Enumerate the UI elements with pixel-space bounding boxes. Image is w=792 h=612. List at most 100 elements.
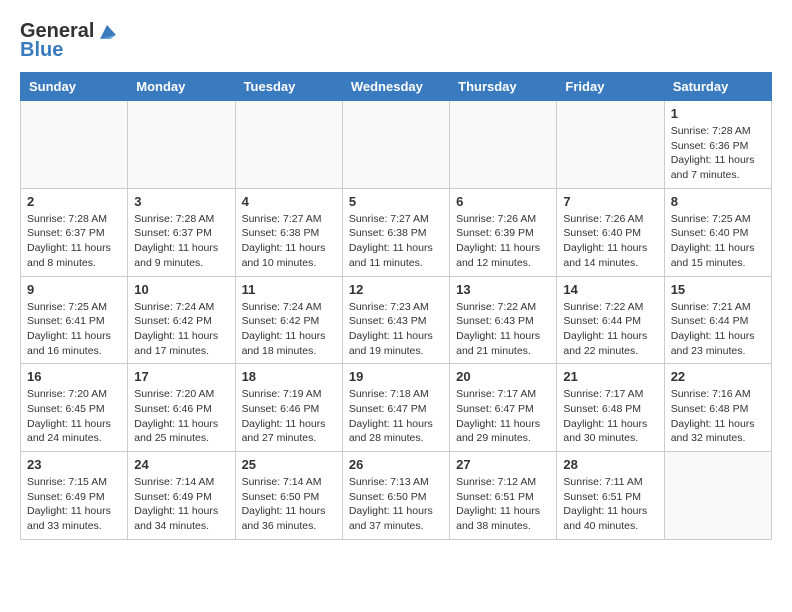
- day-number: 9: [27, 282, 121, 297]
- calendar-cell: 11 Sunrise: 7:24 AMSunset: 6:42 PMDayligh…: [235, 276, 342, 364]
- day-info: Sunrise: 7:17 AMSunset: 6:48 PMDaylight:…: [563, 387, 657, 446]
- calendar-cell: 17 Sunrise: 7:20 AMSunset: 6:46 PMDayligh…: [128, 364, 235, 452]
- day-number: 14: [563, 282, 657, 297]
- calendar-day-header: Saturday: [664, 73, 771, 101]
- calendar-cell: [342, 101, 449, 189]
- day-number: 4: [242, 194, 336, 209]
- calendar-cell: 28 Sunrise: 7:11 AMSunset: 6:51 PMDayligh…: [557, 452, 664, 540]
- calendar-cell: [21, 101, 128, 189]
- calendar-cell: 12Sunrise: 7:23 AMSunset: 6:43 PMDayligh…: [342, 276, 449, 364]
- day-info: Sunrise: 7:27 AMSunset: 6:38 PMDaylight:…: [242, 212, 336, 271]
- day-info: Sunrise: 7:16 AMSunset: 6:48 PMDaylight:…: [671, 387, 765, 446]
- day-info: Sunrise: 7:26 AMSunset: 6:40 PMDaylight:…: [563, 212, 657, 271]
- calendar-cell: 21 Sunrise: 7:17 AMSunset: 6:48 PMDayligh…: [557, 364, 664, 452]
- day-number: 5: [349, 194, 443, 209]
- calendar-day-header: Tuesday: [235, 73, 342, 101]
- calendar-cell: 6 Sunrise: 7:26 AMSunset: 6:39 PMDaylight…: [450, 188, 557, 276]
- day-number: 7: [563, 194, 657, 209]
- day-info: Sunrise: 7:17 AMSunset: 6:47 PMDaylight:…: [456, 387, 550, 446]
- day-number: 19: [349, 369, 443, 384]
- calendar-cell: 10Sunrise: 7:24 AMSunset: 6:42 PMDayligh…: [128, 276, 235, 364]
- calendar-day-header: Wednesday: [342, 73, 449, 101]
- day-number: 22: [671, 369, 765, 384]
- day-number: 26: [349, 457, 443, 472]
- calendar-day-header: Thursday: [450, 73, 557, 101]
- calendar-header-row: SundayMondayTuesdayWednesdayThursdayFrid…: [21, 73, 772, 101]
- day-number: 21: [563, 369, 657, 384]
- calendar-cell: 25Sunrise: 7:14 AMSunset: 6:50 PMDayligh…: [235, 452, 342, 540]
- day-info: Sunrise: 7:22 AMSunset: 6:44 PMDaylight:…: [563, 300, 657, 359]
- calendar-cell: 5 Sunrise: 7:27 AMSunset: 6:38 PMDaylight…: [342, 188, 449, 276]
- day-number: 18: [242, 369, 336, 384]
- page-header: General Blue: [20, 20, 772, 62]
- logo: General Blue: [20, 20, 118, 62]
- calendar-day-header: Friday: [557, 73, 664, 101]
- calendar-cell: 7 Sunrise: 7:26 AMSunset: 6:40 PMDaylight…: [557, 188, 664, 276]
- calendar-cell: 1Sunrise: 7:28 AMSunset: 6:36 PMDaylight…: [664, 101, 771, 189]
- day-info: Sunrise: 7:13 AMSunset: 6:50 PMDaylight:…: [349, 475, 443, 534]
- calendar-cell: 4 Sunrise: 7:27 AMSunset: 6:38 PMDaylight…: [235, 188, 342, 276]
- calendar-week-row: 1Sunrise: 7:28 AMSunset: 6:36 PMDaylight…: [21, 101, 772, 189]
- calendar-cell: [557, 101, 664, 189]
- calendar-cell: 3 Sunrise: 7:28 AMSunset: 6:37 PMDaylight…: [128, 188, 235, 276]
- calendar-cell: 14 Sunrise: 7:22 AMSunset: 6:44 PMDayligh…: [557, 276, 664, 364]
- day-info: Sunrise: 7:24 AMSunset: 6:42 PMDaylight:…: [134, 300, 228, 359]
- day-number: 20: [456, 369, 550, 384]
- calendar-cell: 15 Sunrise: 7:21 AMSunset: 6:44 PMDayligh…: [664, 276, 771, 364]
- calendar-cell: 27 Sunrise: 7:12 AMSunset: 6:51 PMDayligh…: [450, 452, 557, 540]
- day-number: 23: [27, 457, 121, 472]
- day-number: 11: [242, 282, 336, 297]
- calendar-week-row: 2 Sunrise: 7:28 AMSunset: 6:37 PMDaylight…: [21, 188, 772, 276]
- day-number: 1: [671, 106, 765, 121]
- day-number: 17: [134, 369, 228, 384]
- day-info: Sunrise: 7:14 AMSunset: 6:50 PMDaylight:…: [242, 475, 336, 534]
- day-info: Sunrise: 7:27 AMSunset: 6:38 PMDaylight:…: [349, 212, 443, 271]
- calendar-cell: 26 Sunrise: 7:13 AMSunset: 6:50 PMDayligh…: [342, 452, 449, 540]
- calendar-cell: [450, 101, 557, 189]
- day-info: Sunrise: 7:12 AMSunset: 6:51 PMDaylight:…: [456, 475, 550, 534]
- day-info: Sunrise: 7:24 AMSunset: 6:42 PMDaylight:…: [242, 300, 336, 359]
- calendar-cell: 2 Sunrise: 7:28 AMSunset: 6:37 PMDaylight…: [21, 188, 128, 276]
- day-info: Sunrise: 7:14 AMSunset: 6:49 PMDaylight:…: [134, 475, 228, 534]
- day-number: 24: [134, 457, 228, 472]
- day-info: Sunrise: 7:28 AMSunset: 6:37 PMDaylight:…: [27, 212, 121, 271]
- calendar-cell: 22 Sunrise: 7:16 AMSunset: 6:48 PMDayligh…: [664, 364, 771, 452]
- day-number: 15: [671, 282, 765, 297]
- day-info: Sunrise: 7:19 AMSunset: 6:46 PMDaylight:…: [242, 387, 336, 446]
- day-number: 2: [27, 194, 121, 209]
- day-info: Sunrise: 7:22 AMSunset: 6:43 PMDaylight:…: [456, 300, 550, 359]
- calendar-cell: [235, 101, 342, 189]
- calendar-day-header: Sunday: [21, 73, 128, 101]
- day-info: Sunrise: 7:28 AMSunset: 6:37 PMDaylight:…: [134, 212, 228, 271]
- calendar-week-row: 23Sunrise: 7:15 AMSunset: 6:49 PMDayligh…: [21, 452, 772, 540]
- day-info: Sunrise: 7:11 AMSunset: 6:51 PMDaylight:…: [563, 475, 657, 534]
- day-info: Sunrise: 7:21 AMSunset: 6:44 PMDaylight:…: [671, 300, 765, 359]
- calendar-week-row: 9 Sunrise: 7:25 AMSunset: 6:41 PMDaylight…: [21, 276, 772, 364]
- day-info: Sunrise: 7:20 AMSunset: 6:46 PMDaylight:…: [134, 387, 228, 446]
- logo-blue: Blue: [20, 39, 63, 62]
- calendar-cell: 16 Sunrise: 7:20 AMSunset: 6:45 PMDayligh…: [21, 364, 128, 452]
- day-number: 12: [349, 282, 443, 297]
- day-info: Sunrise: 7:26 AMSunset: 6:39 PMDaylight:…: [456, 212, 550, 271]
- calendar-day-header: Monday: [128, 73, 235, 101]
- calendar-table: SundayMondayTuesdayWednesdayThursdayFrid…: [20, 72, 772, 540]
- day-info: Sunrise: 7:20 AMSunset: 6:45 PMDaylight:…: [27, 387, 121, 446]
- calendar-cell: 13Sunrise: 7:22 AMSunset: 6:43 PMDayligh…: [450, 276, 557, 364]
- day-number: 6: [456, 194, 550, 209]
- calendar-cell: 24 Sunrise: 7:14 AMSunset: 6:49 PMDayligh…: [128, 452, 235, 540]
- calendar-cell: [664, 452, 771, 540]
- day-number: 28: [563, 457, 657, 472]
- calendar-cell: 23Sunrise: 7:15 AMSunset: 6:49 PMDayligh…: [21, 452, 128, 540]
- calendar-cell: 20 Sunrise: 7:17 AMSunset: 6:47 PMDayligh…: [450, 364, 557, 452]
- day-number: 8: [671, 194, 765, 209]
- day-number: 3: [134, 194, 228, 209]
- calendar-cell: 19 Sunrise: 7:18 AMSunset: 6:47 PMDayligh…: [342, 364, 449, 452]
- day-info: Sunrise: 7:25 AMSunset: 6:41 PMDaylight:…: [27, 300, 121, 359]
- calendar-cell: [128, 101, 235, 189]
- day-number: 27: [456, 457, 550, 472]
- day-info: Sunrise: 7:18 AMSunset: 6:47 PMDaylight:…: [349, 387, 443, 446]
- calendar-week-row: 16 Sunrise: 7:20 AMSunset: 6:45 PMDayligh…: [21, 364, 772, 452]
- logo-icon: [96, 21, 118, 43]
- day-number: 16: [27, 369, 121, 384]
- calendar-cell: 8Sunrise: 7:25 AMSunset: 6:40 PMDaylight…: [664, 188, 771, 276]
